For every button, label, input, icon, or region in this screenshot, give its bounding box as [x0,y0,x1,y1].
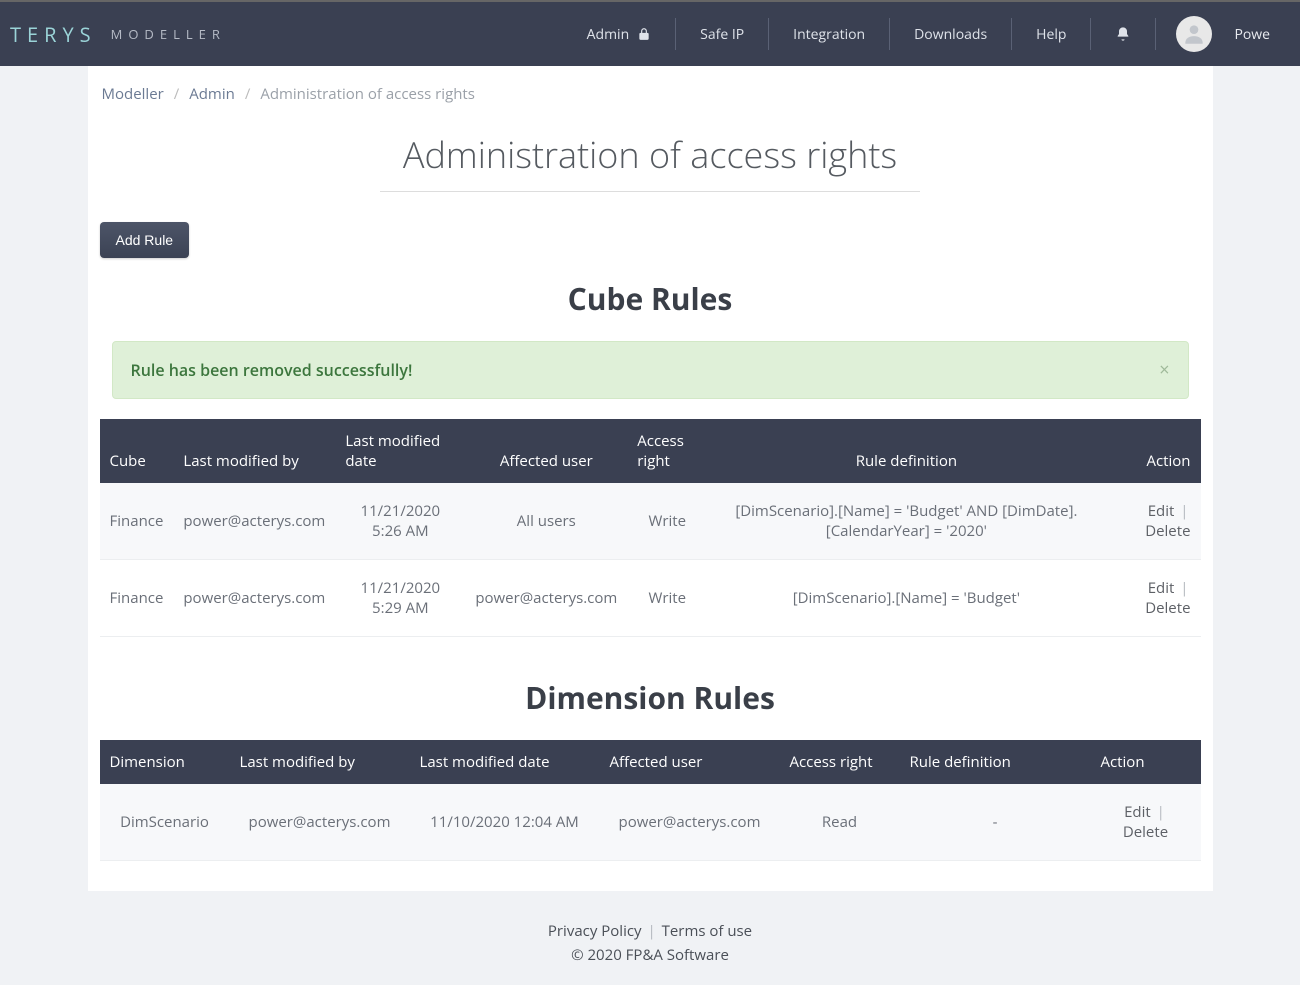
user-label: Powe [1234,25,1270,44]
nav-notifications[interactable] [1090,18,1155,50]
nav-safe-ip-label: Safe IP [700,25,744,44]
cell-actions: Edit | Delete [1106,560,1201,637]
col-rule-def: Rule definition [900,740,1091,784]
col-action: Action [1106,419,1201,483]
alert-message: Rule has been removed successfully! [131,359,413,381]
nav-integration[interactable]: Integration [768,18,889,50]
nav-admin[interactable]: Admin [563,18,676,50]
nav-help-label: Help [1036,25,1066,44]
bell-icon [1115,26,1131,42]
table-row: Finance power@acterys.com 11/21/2020 5:2… [100,560,1201,637]
cell-access-right: Write [627,483,707,560]
cell-modified-date: 11/21/2020 5:29 AM [335,560,465,637]
col-dimension: Dimension [100,740,230,784]
col-modified-date: Last modified date [335,419,465,483]
brand-logo: TERYS [10,21,97,48]
table-row: DimScenario power@acterys.com 11/10/2020… [100,784,1201,861]
cell-rule-def: [DimScenario].[Name] = 'Budget' AND [Dim… [707,483,1105,560]
cell-affected-user: All users [465,483,627,560]
col-modified-by: Last modified by [173,419,335,483]
breadcrumb: Modeller / Admin / Administration of acc… [100,84,1201,104]
cell-cube: Finance [100,483,174,560]
cell-affected-user: power@acterys.com [465,560,627,637]
cell-modified-by: power@acterys.com [173,483,335,560]
col-modified-date: Last modified date [410,740,600,784]
breadcrumb-item-modeller[interactable]: Modeller [102,84,164,104]
col-rule-def: Rule definition [707,419,1105,483]
nav-admin-label: Admin [587,25,630,44]
col-affected-user: Affected user [465,419,627,483]
cell-access-right: Read [780,784,900,861]
edit-link[interactable]: Edit [1148,578,1175,598]
page-title: Administration of access rights [100,130,1201,179]
breadcrumb-sep: / [245,84,251,104]
cell-rule-def: - [900,784,1091,861]
avatar [1176,16,1212,52]
footer: Privacy Policy | Terms of use © 2020 FP&… [0,891,1300,985]
cell-modified-date: 11/10/2020 12:04 AM [410,784,600,861]
delete-link[interactable]: Delete [1145,521,1190,541]
terms-link[interactable]: Terms of use [662,921,752,941]
nav-help[interactable]: Help [1011,18,1090,50]
cell-actions: Edit | Delete [1091,784,1201,861]
nav-integration-label: Integration [793,25,865,44]
brand: TERYS MODELLER [10,21,226,48]
cell-access-right: Write [627,560,707,637]
cell-actions: Edit | Delete [1106,483,1201,560]
col-action: Action [1091,740,1201,784]
col-affected-user: Affected user [600,740,780,784]
copyright: © 2020 FP&A Software [0,945,1300,965]
delete-link[interactable]: Delete [1123,822,1168,842]
delete-link[interactable]: Delete [1145,598,1190,618]
col-cube: Cube [100,419,174,483]
edit-link[interactable]: Edit [1124,802,1151,822]
content-card: Modeller / Admin / Administration of acc… [88,66,1213,891]
breadcrumb-sep: / [174,84,180,104]
edit-link[interactable]: Edit [1148,501,1175,521]
breadcrumb-item-admin[interactable]: Admin [189,84,235,104]
cube-rules-table: Cube Last modified by Last modified date… [100,419,1201,637]
cell-dimension: DimScenario [100,784,230,861]
action-sep: | [1178,501,1190,521]
brand-sub: MODELLER [111,25,226,43]
table-row: Finance power@acterys.com 11/21/2020 5:2… [100,483,1201,560]
privacy-link[interactable]: Privacy Policy [548,921,642,941]
nav-user[interactable]: Powe [1155,18,1290,50]
cell-modified-date: 11/21/2020 5:26 AM [335,483,465,560]
cell-modified-by: power@acterys.com [230,784,410,861]
cell-cube: Finance [100,560,174,637]
breadcrumb-item-current: Administration of access rights [260,84,475,104]
col-access-right: Access right [780,740,900,784]
col-access-right: Access right [627,419,707,483]
nav-safe-ip[interactable]: Safe IP [675,18,768,50]
cell-modified-by: power@acterys.com [173,560,335,637]
alert-close-icon[interactable]: × [1159,358,1169,382]
title-rule [380,191,920,192]
topbar: TERYS MODELLER Admin Safe IP Integration… [0,0,1300,66]
cell-affected-user: power@acterys.com [600,784,780,861]
dimension-rules-title: Dimension Rules [100,677,1201,718]
cube-rules-title: Cube Rules [100,278,1201,319]
lock-icon [637,27,651,41]
cell-rule-def: [DimScenario].[Name] = 'Budget' [707,560,1105,637]
dimension-rules-table: Dimension Last modified by Last modified… [100,740,1201,861]
nav-downloads-label: Downloads [914,25,987,44]
top-nav: Admin Safe IP Integration Downloads Help [563,2,1290,66]
nav-downloads[interactable]: Downloads [889,18,1011,50]
col-modified-by: Last modified by [230,740,410,784]
footer-sep: | [645,921,661,941]
add-rule-button[interactable]: Add Rule [100,222,190,258]
action-sep: | [1178,578,1190,598]
action-sep: | [1155,802,1167,822]
success-alert: Rule has been removed successfully! × [112,341,1189,399]
